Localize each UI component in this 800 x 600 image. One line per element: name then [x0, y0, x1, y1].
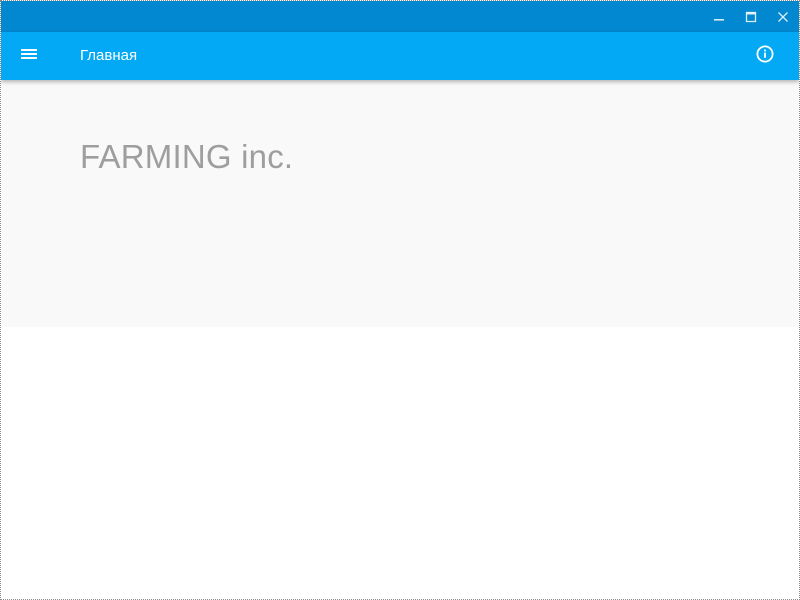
minimize-button[interactable] — [703, 1, 735, 32]
window-controls — [703, 1, 799, 32]
maximize-button[interactable] — [735, 1, 767, 32]
company-name: FARMING inc. — [80, 138, 294, 175]
menu-button[interactable] — [17, 44, 41, 68]
close-button[interactable] — [767, 1, 799, 32]
page-title: Главная — [80, 47, 138, 64]
app-window: Главная FARMING inc. — [0, 0, 800, 600]
minimize-icon — [713, 11, 725, 23]
info-button[interactable] — [753, 44, 777, 68]
maximize-icon — [745, 11, 757, 23]
info-icon — [755, 44, 775, 69]
hero-banner: FARMING inc. — [1, 80, 799, 327]
hamburger-menu-icon — [20, 47, 38, 66]
main-content-area — [1, 327, 799, 599]
close-icon — [777, 11, 789, 23]
app-bar: Главная — [1, 32, 799, 80]
window-titlebar[interactable] — [1, 1, 799, 32]
